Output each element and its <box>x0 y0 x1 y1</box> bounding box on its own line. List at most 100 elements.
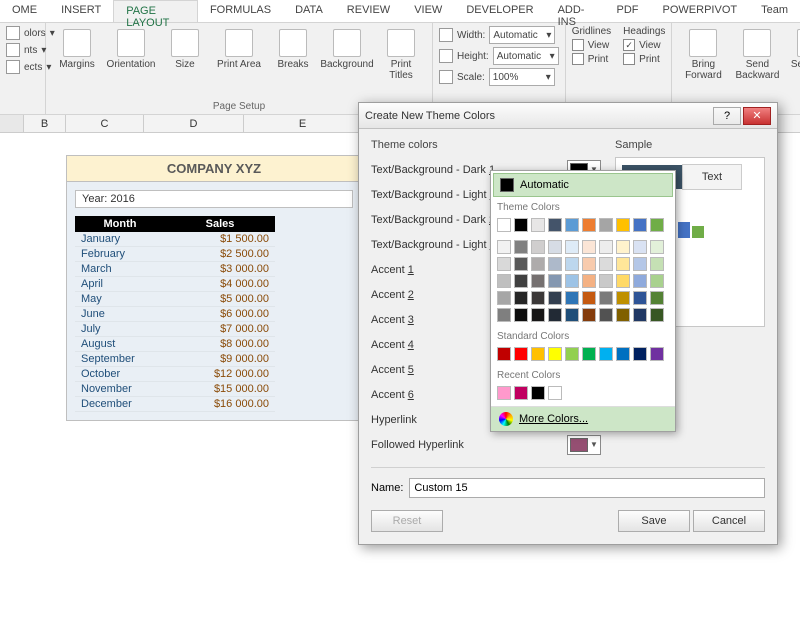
tab-team[interactable]: Team <box>749 0 800 22</box>
color-swatch[interactable] <box>650 257 664 271</box>
color-swatch[interactable] <box>582 291 596 305</box>
color-swatch[interactable] <box>633 240 647 254</box>
color-swatch[interactable] <box>514 274 528 288</box>
print-titles-button[interactable]: Print Titles <box>376 26 426 84</box>
breaks-button[interactable]: Breaks <box>268 26 318 73</box>
headings-view-chk[interactable]: ✓ <box>623 39 635 51</box>
color-swatch[interactable] <box>531 240 545 254</box>
color-swatch[interactable] <box>582 308 596 322</box>
color-swatch[interactable] <box>599 347 613 361</box>
color-swatch[interactable] <box>633 308 647 322</box>
color-swatch[interactable] <box>599 257 613 271</box>
table-row[interactable]: January$1 500.00 <box>75 232 275 247</box>
theme-name-input[interactable] <box>409 478 765 498</box>
table-row[interactable]: April$4 000.00 <box>75 277 275 292</box>
color-swatch[interactable] <box>497 218 511 232</box>
color-swatch[interactable] <box>531 257 545 271</box>
color-swatch[interactable] <box>531 218 545 232</box>
close-button[interactable]: ✕ <box>743 107 771 125</box>
color-swatch[interactable] <box>497 240 511 254</box>
col-B[interactable]: B <box>24 115 66 132</box>
color-swatch[interactable] <box>497 257 511 271</box>
color-swatch[interactable] <box>616 291 630 305</box>
color-swatch[interactable] <box>650 308 664 322</box>
color-swatch[interactable] <box>514 240 528 254</box>
color-swatch[interactable] <box>514 347 528 361</box>
color-swatch[interactable] <box>633 291 647 305</box>
color-swatch[interactable] <box>531 347 545 361</box>
color-swatch[interactable] <box>514 291 528 305</box>
color-swatch[interactable] <box>616 218 630 232</box>
color-swatch[interactable] <box>582 274 596 288</box>
color-swatch[interactable] <box>599 240 613 254</box>
col-D[interactable]: D <box>144 115 244 132</box>
color-swatch[interactable] <box>497 386 511 400</box>
color-swatch[interactable] <box>650 274 664 288</box>
year-cell[interactable]: Year: 2016 <box>75 190 353 208</box>
tab-view[interactable]: VIEW <box>402 0 454 22</box>
color-swatch[interactable] <box>548 218 562 232</box>
tab-developer[interactable]: DEVELOPER <box>454 0 545 22</box>
send-backward-button[interactable]: Send Backward <box>732 26 782 84</box>
tab-page-layout[interactable]: PAGE LAYOUT <box>113 0 198 22</box>
more-colors[interactable]: More Colors... <box>491 406 675 431</box>
selection-pane-button[interactable]: Selection Pane <box>786 26 800 84</box>
color-swatch[interactable] <box>548 274 562 288</box>
tab-data[interactable]: DATA <box>283 0 335 22</box>
color-swatch[interactable] <box>599 274 613 288</box>
gridlines-view-chk[interactable] <box>572 39 584 51</box>
color-swatch[interactable] <box>565 274 579 288</box>
color-swatch[interactable] <box>497 291 511 305</box>
size-button[interactable]: Size <box>160 26 210 73</box>
tab-formulas[interactable]: FORMULAS <box>198 0 283 22</box>
color-swatch[interactable] <box>616 308 630 322</box>
color-swatch[interactable] <box>582 257 596 271</box>
color-swatch[interactable] <box>650 347 664 361</box>
color-swatch[interactable] <box>616 274 630 288</box>
table-row[interactable]: March$3 000.00 <box>75 262 275 277</box>
color-swatch-11[interactable]: ▼ <box>567 435 601 455</box>
automatic-color[interactable]: Automatic <box>493 173 673 197</box>
color-swatch[interactable] <box>582 218 596 232</box>
table-row[interactable]: October$12 000.00 <box>75 367 275 382</box>
headings-print-chk[interactable] <box>623 53 635 65</box>
table-row[interactable]: August$8 000.00 <box>75 337 275 352</box>
color-swatch[interactable] <box>582 347 596 361</box>
color-swatch[interactable] <box>633 218 647 232</box>
tab-pdf[interactable]: PDF <box>605 0 651 22</box>
color-swatch[interactable] <box>650 240 664 254</box>
color-swatch[interactable] <box>514 386 528 400</box>
gridlines-print-chk[interactable] <box>572 53 584 65</box>
table-row[interactable]: June$6 000.00 <box>75 307 275 322</box>
color-swatch[interactable] <box>565 347 579 361</box>
color-swatch[interactable] <box>548 347 562 361</box>
tab-powerpivot[interactable]: POWERPIVOT <box>651 0 750 22</box>
color-swatch[interactable] <box>565 240 579 254</box>
height-combo[interactable]: Automatic▾ <box>493 47 559 65</box>
color-swatch[interactable] <box>565 291 579 305</box>
color-swatch[interactable] <box>531 274 545 288</box>
table-row[interactable]: September$9 000.00 <box>75 352 275 367</box>
background-button[interactable]: Background <box>322 26 372 73</box>
color-swatch[interactable] <box>548 308 562 322</box>
color-swatch[interactable] <box>633 274 647 288</box>
color-swatch[interactable] <box>514 218 528 232</box>
color-swatch[interactable] <box>548 291 562 305</box>
color-swatch[interactable] <box>616 347 630 361</box>
color-swatch[interactable] <box>633 257 647 271</box>
margins-button[interactable]: Margins <box>52 26 102 73</box>
tab-ome[interactable]: OME <box>0 0 49 22</box>
color-swatch[interactable] <box>599 218 613 232</box>
table-row[interactable]: November$15 000.00 <box>75 382 275 397</box>
color-swatch[interactable] <box>599 291 613 305</box>
table-row[interactable]: December$16 000.00 <box>75 397 275 412</box>
cancel-button[interactable]: Cancel <box>693 510 765 532</box>
save-button[interactable]: Save <box>618 510 690 532</box>
table-row[interactable]: February$2 500.00 <box>75 247 275 262</box>
tab-review[interactable]: REVIEW <box>335 0 402 22</box>
color-swatch[interactable] <box>497 308 511 322</box>
color-swatch[interactable] <box>565 257 579 271</box>
bring-forward-button[interactable]: Bring Forward <box>678 26 728 84</box>
color-swatch[interactable] <box>565 218 579 232</box>
color-swatch[interactable] <box>497 347 511 361</box>
